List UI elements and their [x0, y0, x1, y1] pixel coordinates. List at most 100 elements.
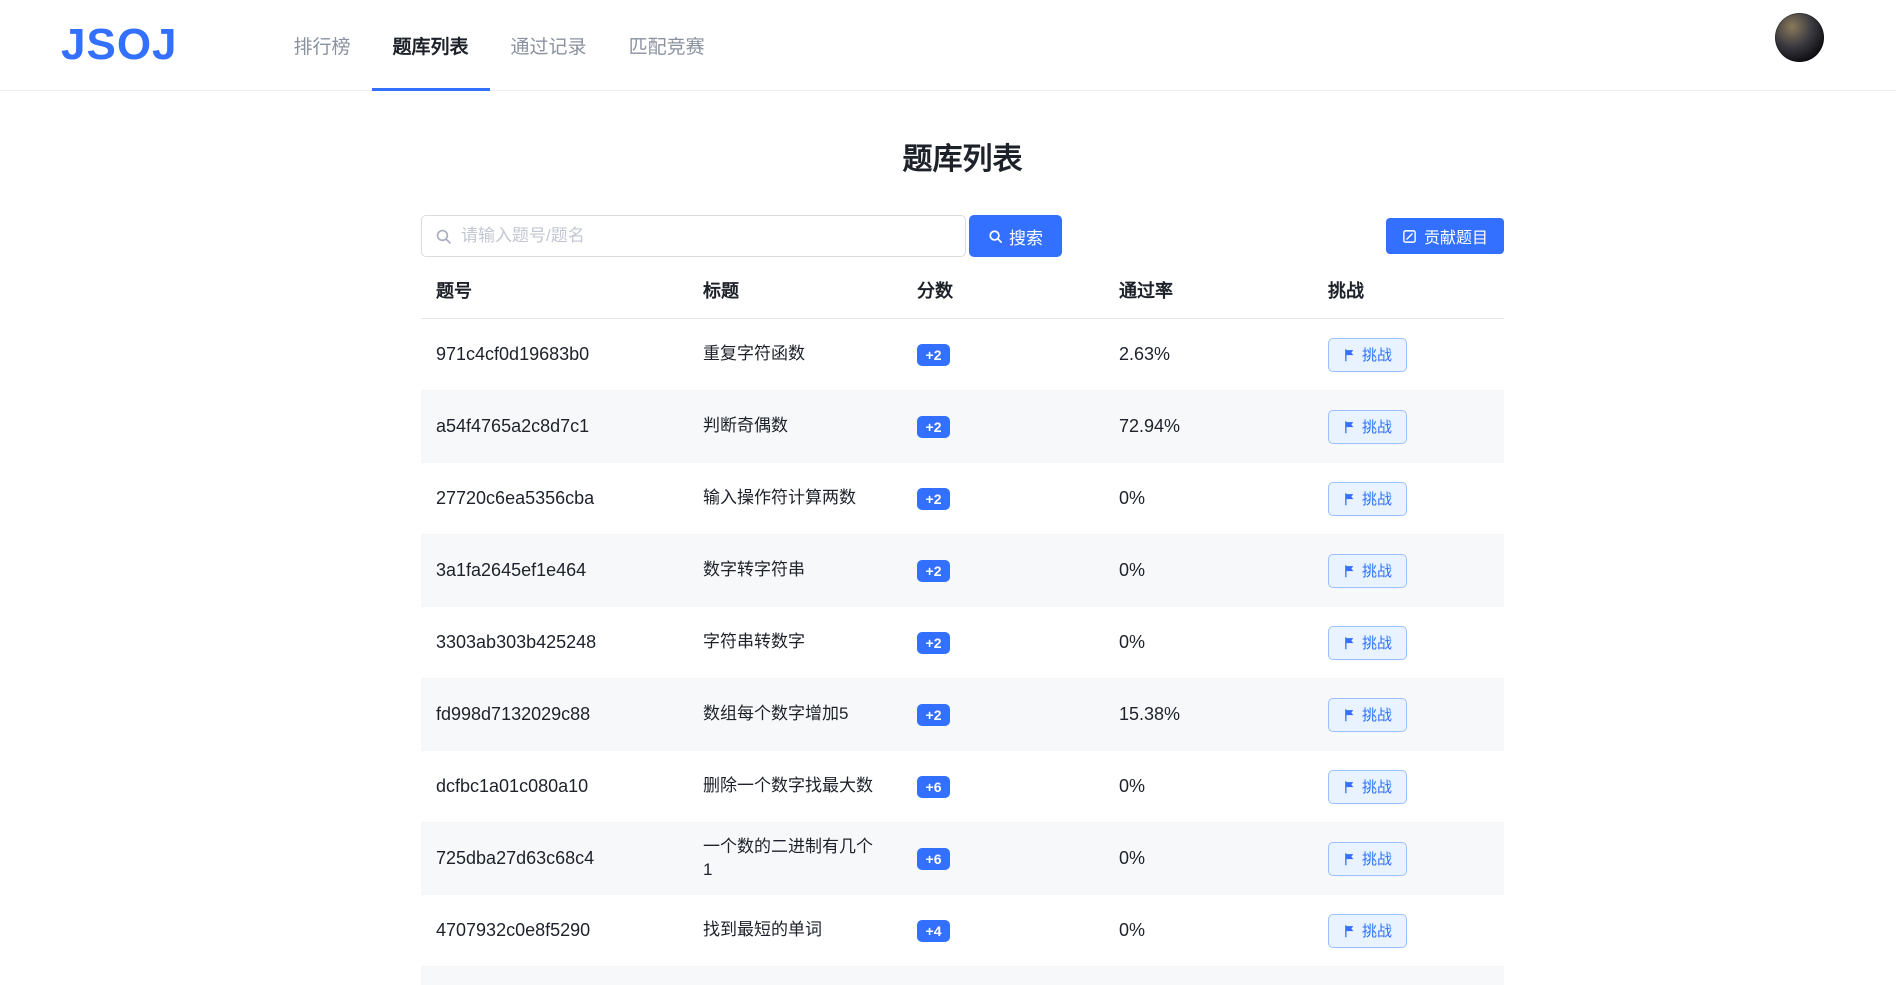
- challenge-label: 挑战: [1362, 707, 1393, 724]
- flag-icon: [1345, 852, 1354, 865]
- challenge-label: 挑战: [1362, 851, 1393, 868]
- table-header-row: 题号 标题 分数 通过率 挑战: [421, 262, 1504, 319]
- challenge-cell: 挑战: [1313, 625, 1504, 660]
- challenge-button[interactable]: 挑战: [1328, 913, 1408, 948]
- problem-title: 找到最短的单词: [703, 920, 822, 940]
- table-row: 3a1fa2645ef1e464 数字转字符串 +2 0% 挑战: [421, 535, 1504, 607]
- score-cell: +2: [902, 415, 1104, 438]
- nav-tabs: 排行榜 题库列表 通过记录 匹配竞赛: [273, 0, 726, 91]
- problem-id: fd998d7132029c88: [436, 704, 591, 724]
- search-icon: [989, 229, 1002, 243]
- search-input[interactable]: [461, 226, 952, 246]
- problem-title: 重复字符函数: [703, 344, 805, 364]
- pass-rate: 0%: [1119, 776, 1146, 796]
- problem-id: 725dba27d63c68c4: [436, 848, 595, 868]
- contribute-button[interactable]: 贡献题目: [1385, 218, 1504, 254]
- column-header: 通过率: [1119, 281, 1173, 301]
- problem-title: 一个数的二进制有几个1: [703, 836, 873, 879]
- problem-table: 题号 标题 分数 通过率 挑战 971c4cf0d19683b0 重复字符函数 +2 2.63…: [421, 262, 1504, 985]
- table-row: a54f4765a2c8d7c1 判断奇偶数 +2 72.94% 挑战: [421, 391, 1504, 463]
- flag-icon: [1345, 708, 1354, 721]
- challenge-cell: 挑战: [1313, 337, 1504, 372]
- user-avatar[interactable]: [1775, 13, 1824, 62]
- score-badge: +2: [917, 631, 950, 654]
- search-button-label: 搜索: [1009, 228, 1043, 248]
- pass-rate: 0%: [1119, 920, 1146, 940]
- table-body: 971c4cf0d19683b0 重复字符函数 +2 2.63% 挑战 a54f4765a…: [421, 319, 1504, 967]
- flag-icon: [1345, 564, 1354, 577]
- score-cell: +2: [902, 487, 1104, 510]
- main-content: 题库列表 搜索 贡献题目 题号标题分数通过率挑战 971c4cf0d19683b…: [421, 139, 1504, 985]
- challenge-cell: 挑战: [1313, 553, 1504, 588]
- problem-title: 输入操作符计算两数: [703, 488, 856, 508]
- problem-title: 判断奇偶数: [703, 416, 788, 436]
- challenge-cell: 挑战: [1313, 409, 1504, 444]
- challenge-button[interactable]: 挑战: [1328, 697, 1408, 732]
- problem-title: 字符串转数字: [703, 632, 805, 652]
- score-cell: +6: [902, 847, 1104, 870]
- pass-rate: 72.94%: [1119, 416, 1181, 436]
- score-badge: +6: [917, 847, 950, 870]
- challenge-label: 挑战: [1362, 779, 1393, 796]
- score-badge: +2: [917, 343, 950, 366]
- score-cell: +2: [902, 343, 1104, 366]
- challenge-label: 挑战: [1362, 347, 1393, 364]
- score-cell: +6: [902, 775, 1104, 798]
- pass-rate: 2.63%: [1119, 344, 1171, 364]
- challenge-cell: 挑战: [1313, 841, 1504, 876]
- challenge-button[interactable]: 挑战: [1328, 553, 1408, 588]
- nav-tab-2[interactable]: 通过记录: [490, 0, 608, 90]
- nav-tab-0[interactable]: 排行榜: [273, 0, 372, 90]
- score-badge: +2: [917, 703, 950, 726]
- problem-id: 27720c6ea5356cba: [436, 488, 595, 508]
- table-row: 27720c6ea5356cba 输入操作符计算两数 +2 0% 挑战: [421, 463, 1504, 535]
- score-badge: +2: [917, 415, 950, 438]
- score-cell: +2: [902, 703, 1104, 726]
- challenge-button[interactable]: 挑战: [1328, 769, 1408, 804]
- score-badge: +6: [917, 775, 950, 798]
- challenge-button[interactable]: 挑战: [1328, 841, 1408, 876]
- challenge-label: 挑战: [1362, 563, 1393, 580]
- table-row-partial: [421, 967, 1504, 985]
- problem-id: dcfbc1a01c080a10: [436, 776, 589, 796]
- challenge-button[interactable]: 挑战: [1328, 625, 1408, 660]
- pass-rate: 0%: [1119, 488, 1146, 508]
- score-cell: +2: [902, 631, 1104, 654]
- challenge-cell: 挑战: [1313, 481, 1504, 516]
- table-row: dcfbc1a01c080a10 删除一个数字找最大数 +6 0% 挑战: [421, 751, 1504, 823]
- challenge-button[interactable]: 挑战: [1328, 337, 1408, 372]
- score-badge: +4: [917, 919, 950, 942]
- score-badge: +2: [917, 559, 950, 582]
- problem-id: 3a1fa2645ef1e464: [436, 560, 587, 580]
- challenge-button[interactable]: 挑战: [1328, 481, 1408, 516]
- score-badge: +2: [917, 487, 950, 510]
- nav-tab-3[interactable]: 匹配竞赛: [608, 0, 726, 90]
- app-header: JSOJ 排行榜 题库列表 通过记录 匹配竞赛: [0, 0, 1896, 91]
- table-row: 3303ab303b425248 字符串转数字 +2 0% 挑战: [421, 607, 1504, 679]
- column-header: 分数: [917, 281, 953, 301]
- flag-icon: [1345, 348, 1354, 361]
- nav-tab-1[interactable]: 题库列表: [371, 0, 490, 91]
- problem-id: a54f4765a2c8d7c1: [436, 416, 590, 436]
- flag-icon: [1345, 636, 1354, 649]
- flag-icon: [1345, 780, 1354, 793]
- challenge-cell: 挑战: [1313, 697, 1504, 732]
- search-icon: [436, 229, 451, 244]
- toolbar: 搜索 贡献题目: [421, 215, 1504, 257]
- flag-icon: [1345, 420, 1354, 433]
- problem-id: 4707932c0e8f5290: [436, 920, 591, 940]
- pass-rate: 0%: [1119, 632, 1146, 652]
- table-row: 4707932c0e8f5290 找到最短的单词 +4 0% 挑战: [421, 895, 1504, 967]
- challenge-button[interactable]: 挑战: [1328, 409, 1408, 444]
- search-button[interactable]: 搜索: [969, 215, 1062, 257]
- page-title: 题库列表: [902, 143, 1023, 176]
- problem-id: 971c4cf0d19683b0: [436, 344, 590, 364]
- app-logo[interactable]: JSOJ: [61, 20, 178, 70]
- problem-title: 数组每个数字增加5: [703, 704, 849, 724]
- pass-rate: 0%: [1119, 560, 1146, 580]
- column-header: 标题: [703, 281, 739, 301]
- problem-id: 3303ab303b425248: [436, 632, 597, 652]
- search-box: [421, 215, 966, 257]
- challenge-cell: 挑战: [1313, 913, 1504, 948]
- challenge-label: 挑战: [1362, 491, 1393, 508]
